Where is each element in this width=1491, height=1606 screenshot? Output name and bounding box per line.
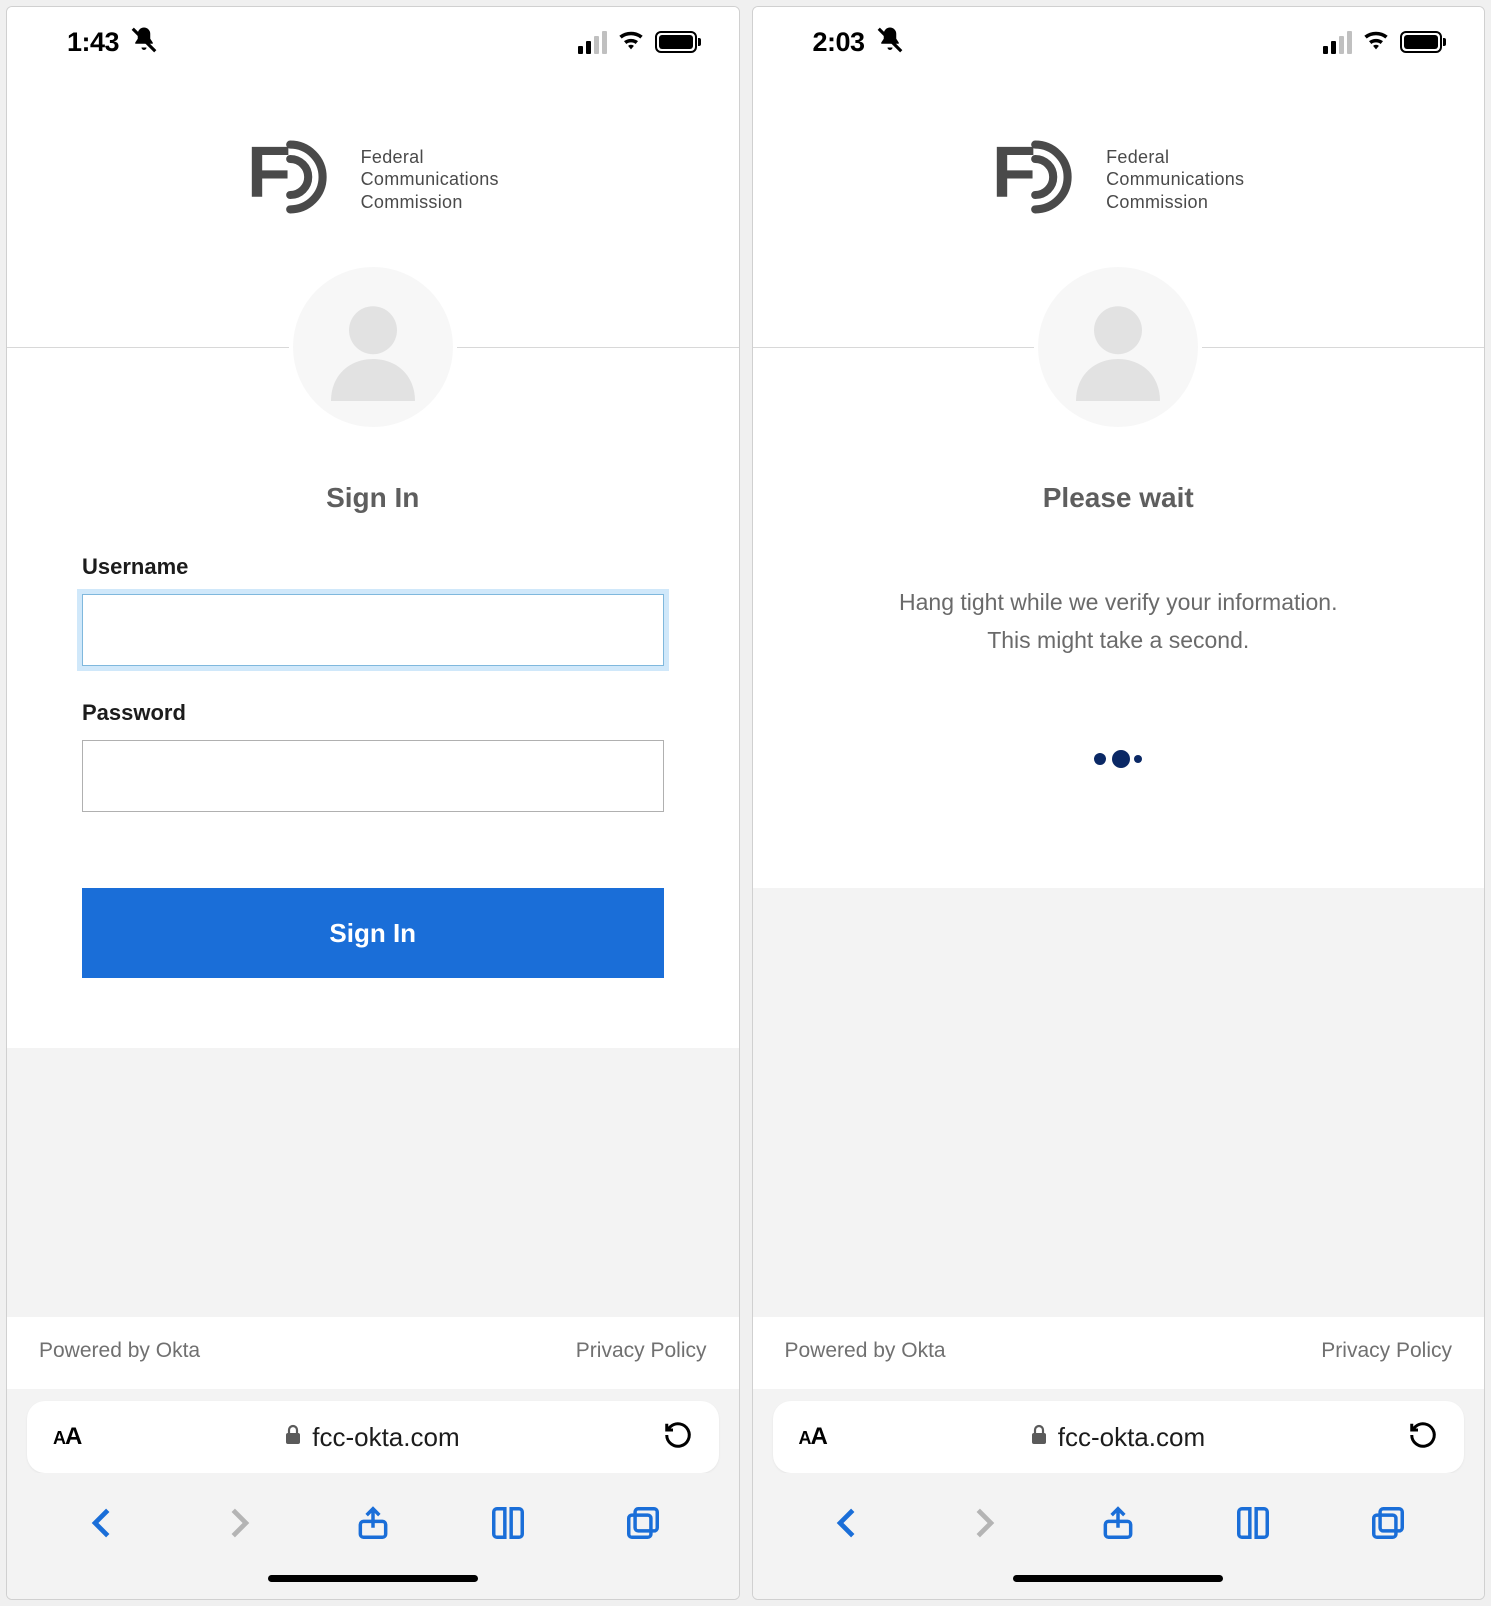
- avatar-divider: [7, 267, 739, 427]
- forward-icon[interactable]: [218, 1503, 258, 1543]
- sign-in-button[interactable]: Sign In: [82, 888, 664, 978]
- text-size-icon[interactable]: AA: [799, 1423, 827, 1451]
- lock-icon: [284, 1422, 302, 1453]
- share-icon[interactable]: [353, 1503, 393, 1543]
- phone-right: 2:03 F Federal: [752, 6, 1486, 1600]
- powered-by-text: Powered by Okta: [785, 1339, 946, 1363]
- wait-message: Hang tight while we verify your informat…: [753, 554, 1485, 660]
- signal-icon: [578, 31, 607, 54]
- reload-icon[interactable]: [1408, 1420, 1438, 1455]
- back-icon[interactable]: [828, 1503, 868, 1543]
- privacy-policy-link[interactable]: Privacy Policy: [576, 1339, 707, 1363]
- home-indicator: [753, 1563, 1485, 1599]
- gray-spacer: [753, 888, 1485, 1317]
- password-input[interactable]: [82, 740, 664, 812]
- url-domain: fcc-okta.com: [284, 1422, 459, 1453]
- battery-icon: [1400, 31, 1442, 53]
- logo-area: F Federal Communications Commission: [7, 77, 739, 267]
- wifi-icon: [1362, 29, 1390, 56]
- username-label: Username: [82, 554, 664, 580]
- home-indicator: [7, 1563, 739, 1599]
- logo-area: F Federal Communications Commission: [753, 77, 1485, 267]
- fcc-logo-icon: F: [247, 132, 337, 227]
- signal-icon: [1323, 31, 1352, 54]
- status-time: 1:43: [67, 27, 119, 58]
- back-icon[interactable]: [83, 1503, 123, 1543]
- bookmarks-icon[interactable]: [1233, 1503, 1273, 1543]
- url-domain: fcc-okta.com: [1030, 1422, 1205, 1453]
- safari-url-bar[interactable]: AA fcc-okta.com: [773, 1401, 1465, 1473]
- phone-left: 1:43 F Federal: [6, 6, 740, 1600]
- safari-toolbar: [7, 1473, 739, 1563]
- page-heading: Sign In: [7, 427, 739, 554]
- avatar-divider: [753, 267, 1485, 427]
- avatar-placeholder-icon: [293, 267, 453, 427]
- battery-icon: [655, 31, 697, 53]
- bell-slash-icon: [875, 25, 905, 60]
- login-form: Username Password Sign In: [7, 554, 739, 1048]
- text-size-icon[interactable]: AA: [53, 1423, 81, 1451]
- bookmarks-icon[interactable]: [488, 1503, 528, 1543]
- gray-spacer: [7, 1048, 739, 1317]
- powered-by-text: Powered by Okta: [39, 1339, 200, 1363]
- privacy-policy-link[interactable]: Privacy Policy: [1321, 1339, 1452, 1363]
- reload-icon[interactable]: [663, 1420, 693, 1455]
- forward-icon[interactable]: [963, 1503, 1003, 1543]
- share-icon[interactable]: [1098, 1503, 1138, 1543]
- brand-name: Federal Communications Commission: [1106, 146, 1244, 214]
- footer-row: Powered by Okta Privacy Policy: [753, 1317, 1485, 1389]
- tabs-icon[interactable]: [1368, 1503, 1408, 1543]
- tabs-icon[interactable]: [623, 1503, 663, 1543]
- safari-toolbar: [753, 1473, 1485, 1563]
- brand-name: Federal Communications Commission: [361, 146, 499, 214]
- username-input[interactable]: [82, 594, 664, 666]
- lock-icon: [1030, 1422, 1048, 1453]
- loading-indicator: [753, 660, 1485, 888]
- status-time: 2:03: [813, 27, 865, 58]
- footer-row: Powered by Okta Privacy Policy: [7, 1317, 739, 1389]
- svg-text:F: F: [992, 133, 1036, 213]
- wifi-icon: [617, 29, 645, 56]
- status-bar: 1:43: [7, 7, 739, 77]
- fcc-logo-icon: F: [992, 132, 1082, 227]
- password-label: Password: [82, 700, 664, 726]
- page-heading: Please wait: [753, 427, 1485, 554]
- avatar-placeholder-icon: [1038, 267, 1198, 427]
- svg-text:F: F: [247, 133, 291, 213]
- safari-url-bar[interactable]: AA fcc-okta.com: [27, 1401, 719, 1473]
- status-bar: 2:03: [753, 7, 1485, 77]
- bell-slash-icon: [129, 25, 159, 60]
